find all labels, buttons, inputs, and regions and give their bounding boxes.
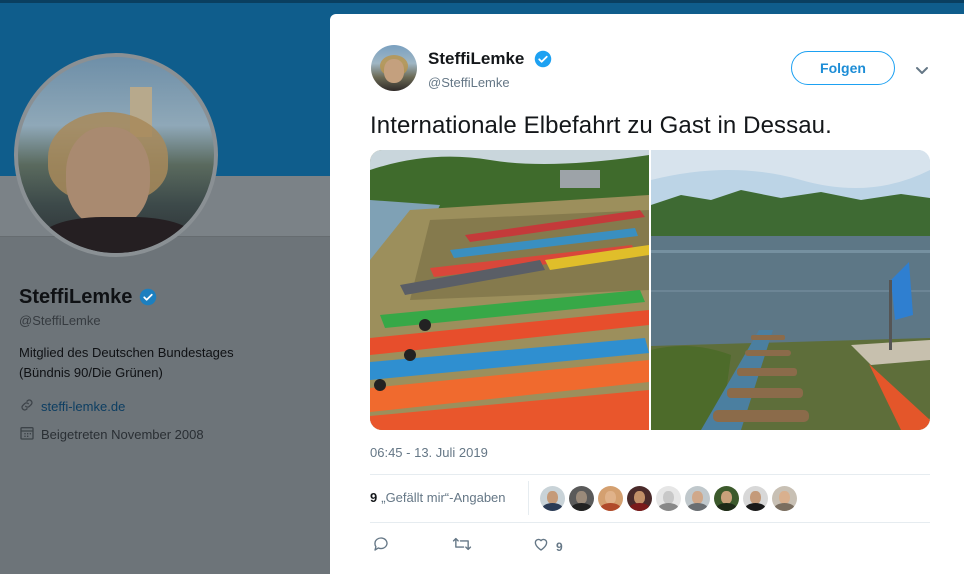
liker-avatar[interactable] [656, 486, 681, 511]
profile-name[interactable]: SteffiLemke [19, 286, 132, 309]
link-icon [19, 397, 35, 416]
heart-icon [532, 535, 550, 558]
likes-label: „Gefällt mir“-Angaben [381, 490, 506, 505]
avatar-jacket [38, 217, 198, 253]
reply-button[interactable] [372, 535, 390, 558]
liker-avatar[interactable] [540, 486, 565, 511]
author-name[interactable]: SteffiLemke [428, 49, 524, 69]
liker-avatar[interactable] [685, 486, 710, 511]
tweet-modal: SteffiLemke @SteffiLemke Folgen Internat… [330, 14, 964, 574]
liker-avatar[interactable] [598, 486, 623, 511]
tweet-photo-river-ladder[interactable] [651, 150, 930, 430]
verified-badge-icon [534, 50, 552, 73]
liker-avatar[interactable] [627, 486, 652, 511]
tweet-photo-kayaks-shore[interactable] [370, 150, 649, 430]
divider [370, 474, 930, 475]
profile-website-row: steffi-lemke.de [19, 397, 125, 416]
profile-avatar[interactable] [14, 53, 218, 257]
calendar-icon [19, 425, 35, 444]
liker-avatar[interactable] [569, 486, 594, 511]
verified-badge-icon [139, 288, 157, 311]
chevron-down-icon[interactable] [914, 62, 930, 78]
profile-handle: @SteffiLemke [19, 313, 101, 328]
profile-bio: Mitglied des Deutschen Bundestages (Bünd… [19, 345, 234, 380]
author-avatar-face [384, 59, 404, 83]
likers-avatars [540, 486, 797, 511]
retweet-button[interactable] [452, 535, 472, 558]
reply-icon [372, 535, 390, 558]
liker-avatar[interactable] [772, 486, 797, 511]
divider [370, 522, 930, 523]
author-handle[interactable]: @SteffiLemke [428, 75, 510, 90]
like-action-count: 9 [556, 539, 563, 554]
avatar-face [66, 127, 150, 227]
profile-joined-row: Beigetreten November 2008 [19, 425, 204, 444]
likes-summary[interactable]: 9 „Gefällt mir“-Angaben [370, 490, 506, 505]
tweet-media [370, 150, 930, 430]
top-bar [0, 0, 964, 3]
tweet-timestamp[interactable]: 06:45 - 13. Juli 2019 [370, 445, 488, 460]
divider [528, 481, 529, 515]
retweet-icon [452, 535, 472, 558]
profile-joined-text: Beigetreten November 2008 [41, 427, 204, 442]
liker-avatar[interactable] [743, 486, 768, 511]
author-avatar[interactable] [371, 45, 417, 91]
like-button[interactable]: 9 [532, 535, 563, 558]
liker-avatar[interactable] [714, 486, 739, 511]
follow-button[interactable]: Folgen [791, 51, 895, 85]
profile-website-link[interactable]: steffi-lemke.de [41, 399, 125, 414]
likes-count: 9 [370, 490, 378, 505]
tweet-text: Internationale Elbefahrt zu Gast in Dess… [370, 112, 832, 139]
